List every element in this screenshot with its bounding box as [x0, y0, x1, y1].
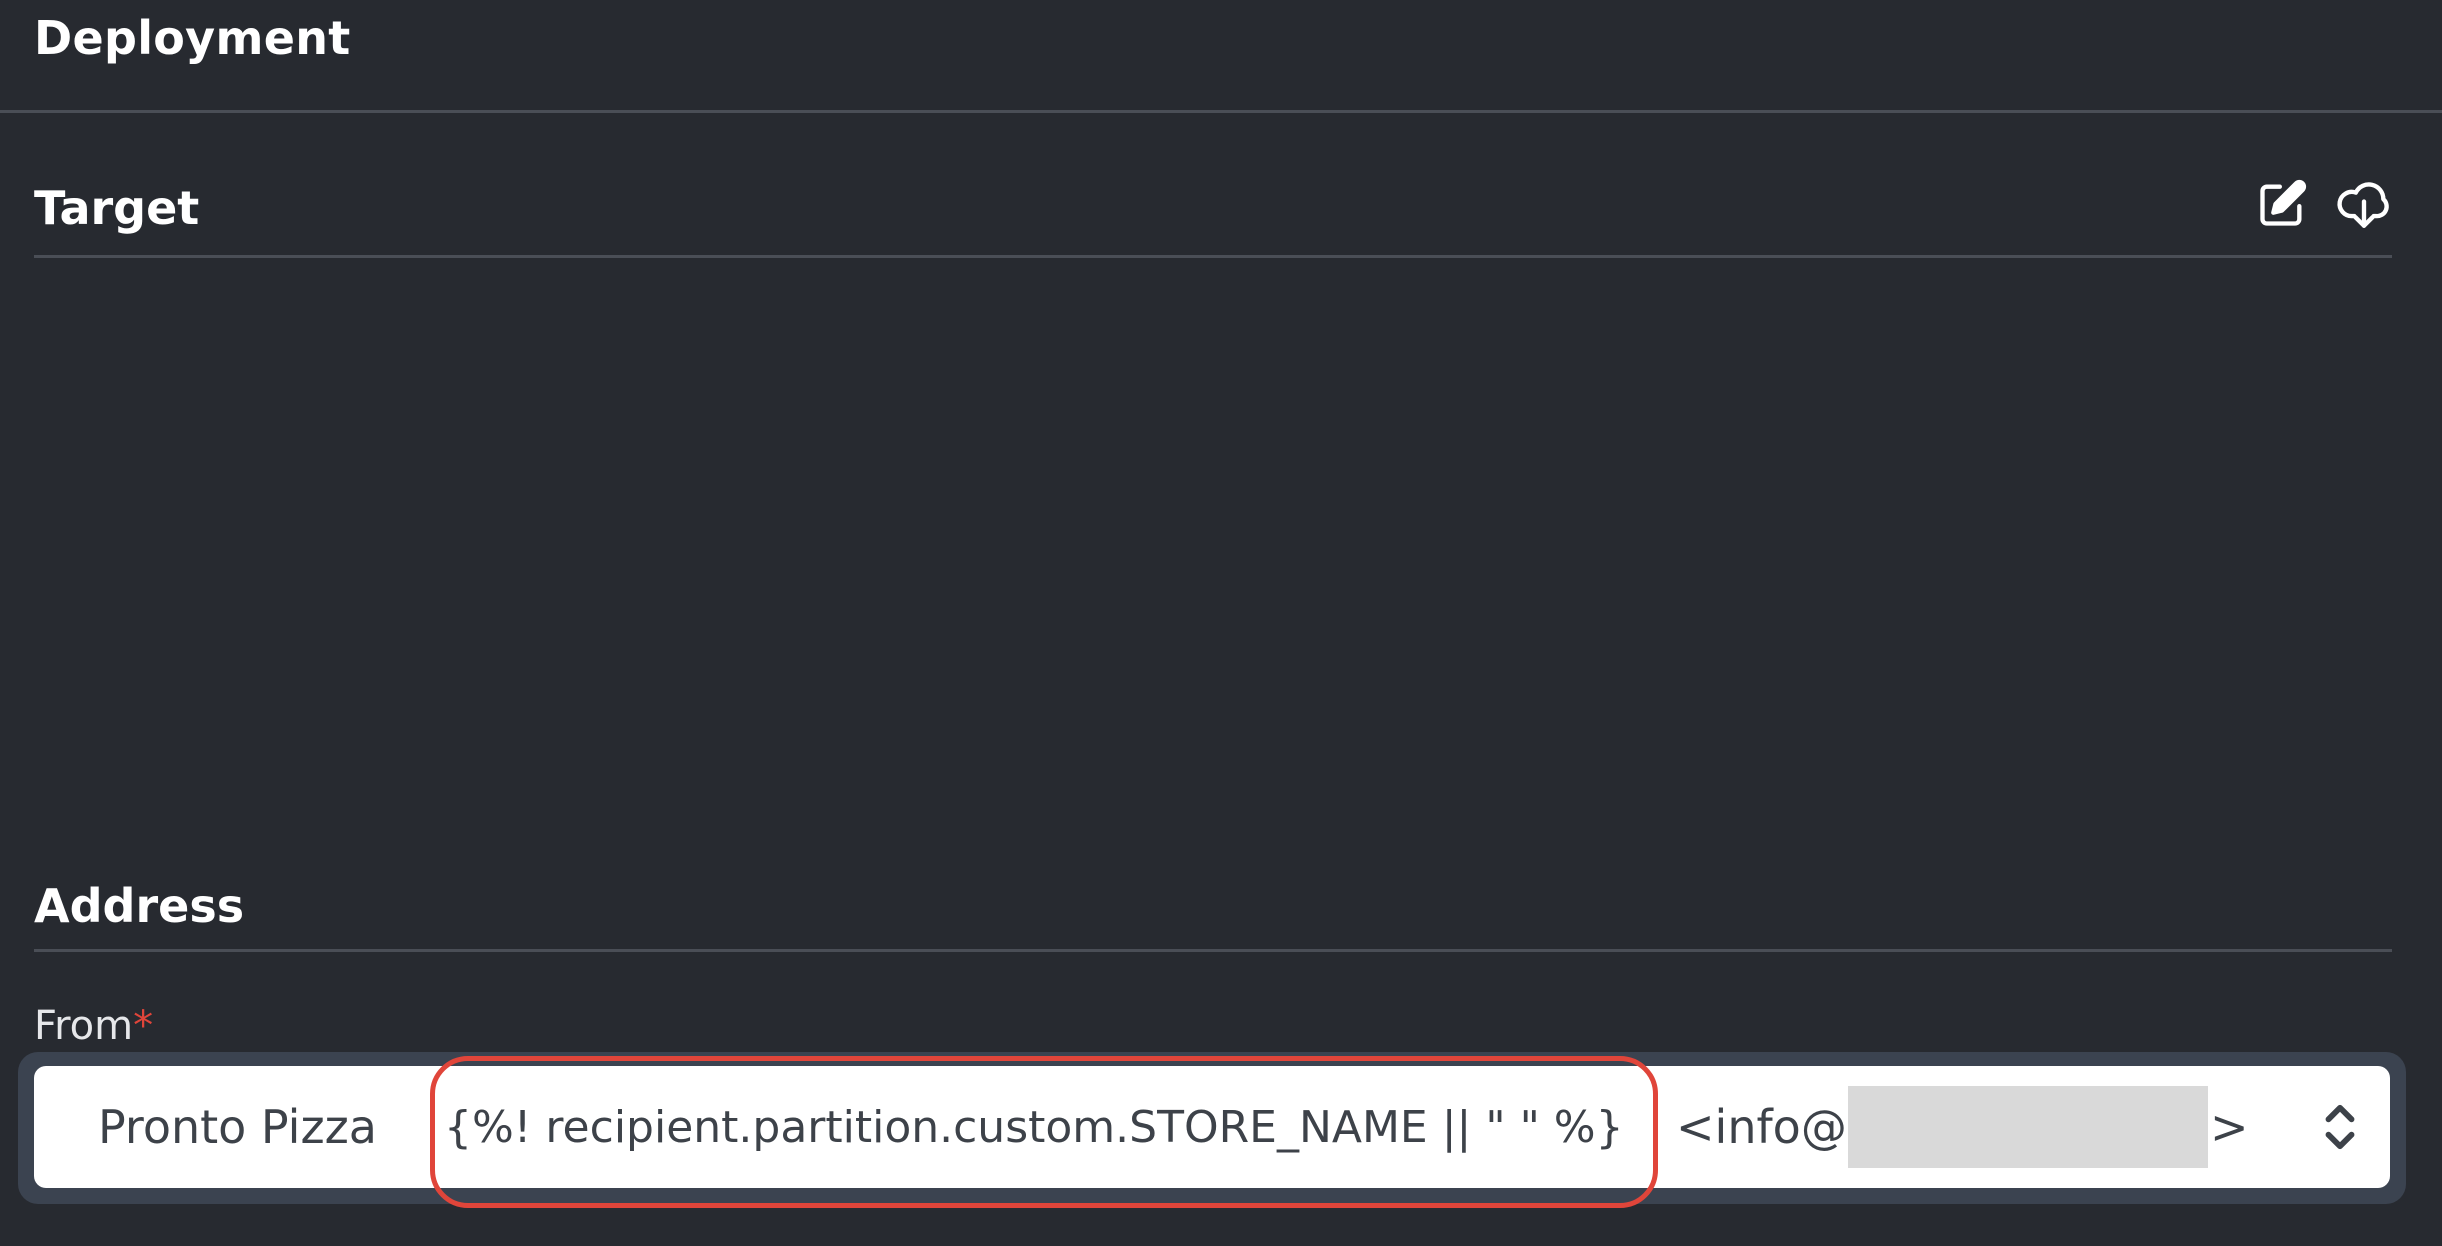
download-button[interactable]: [2334, 174, 2394, 234]
from-label-text: From: [34, 1003, 134, 1049]
address-title: Address: [34, 879, 245, 933]
target-title: Target: [34, 181, 200, 235]
target-divider: [34, 255, 2392, 258]
chevron-up-down-icon: [2325, 1104, 2355, 1150]
email-prefix: <info@: [1676, 1100, 1847, 1154]
address-divider: [34, 949, 2392, 952]
email-suffix: >: [2210, 1100, 2249, 1154]
from-label: From*: [34, 998, 153, 1054]
sender-name: Pronto Pizza: [98, 1100, 377, 1154]
redacted-email-domain: [1848, 1086, 2208, 1168]
edit-icon: [2260, 179, 2307, 226]
from-select[interactable]: Pronto Pizza {%! recipient.partition.cus…: [34, 1066, 2390, 1188]
template-expression: {%! recipient.partition.custom.STORE_NAM…: [444, 1101, 1624, 1153]
cloud-download-icon: [2337, 182, 2389, 228]
edit-button[interactable]: [2252, 174, 2312, 234]
page-title: Deployment: [34, 11, 351, 65]
required-mark: *: [133, 1003, 154, 1049]
header-divider: [0, 110, 2442, 113]
